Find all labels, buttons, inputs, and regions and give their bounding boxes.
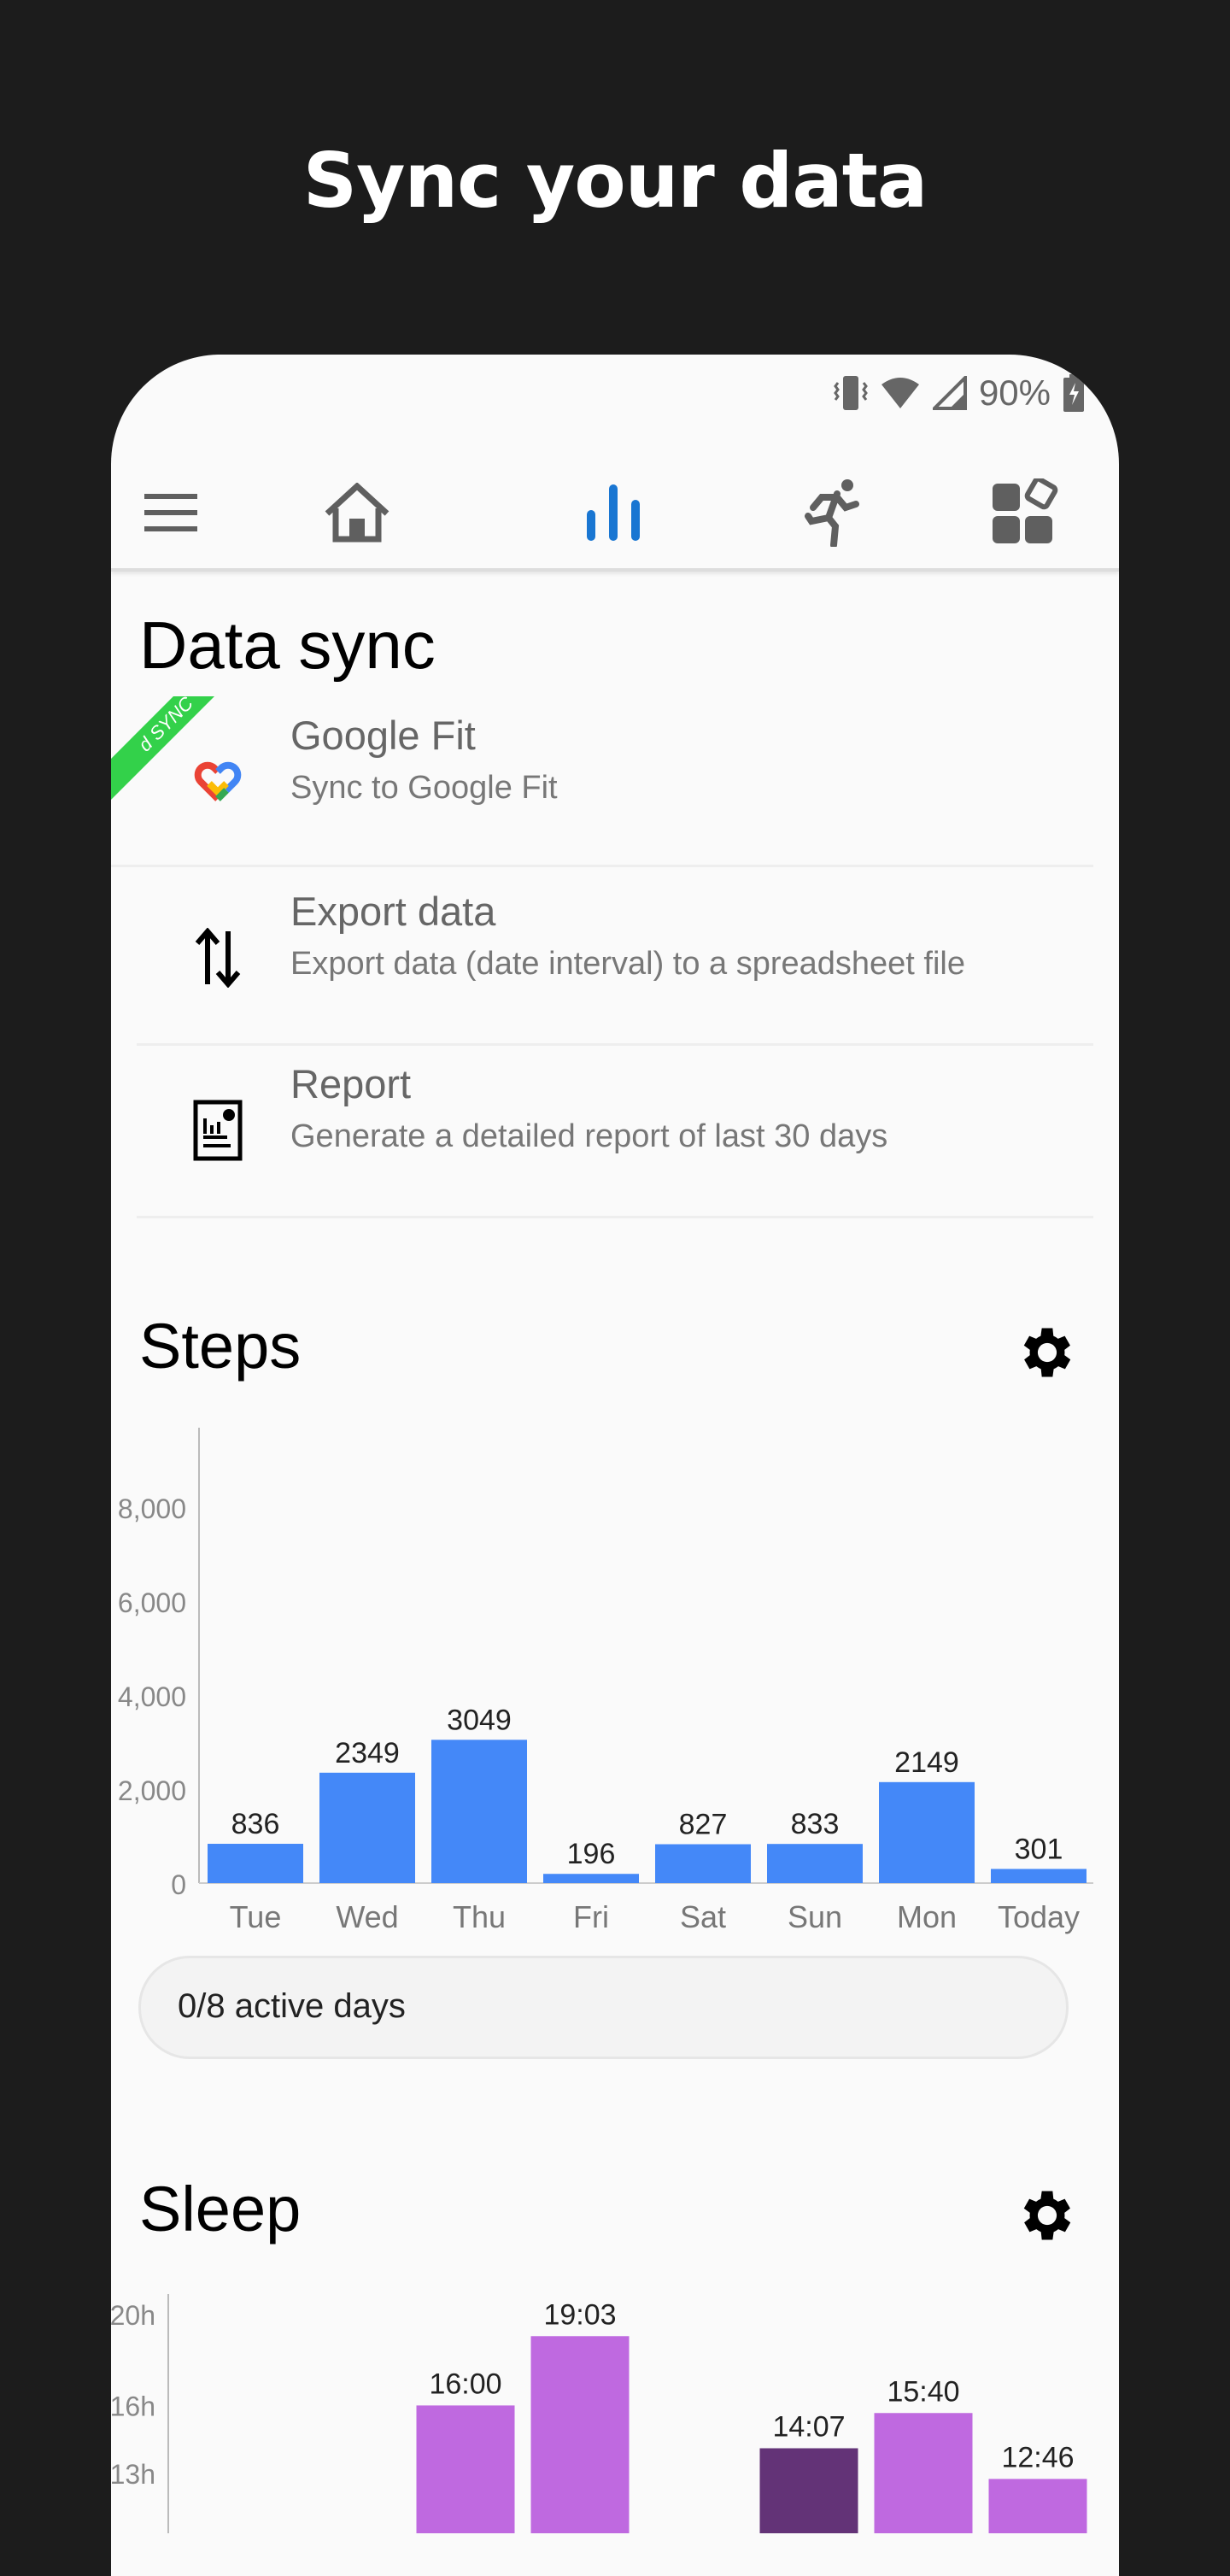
bar-value-label: 836 <box>231 1808 280 1840</box>
nav-home[interactable] <box>323 478 391 547</box>
nav-menu[interactable] <box>137 478 205 547</box>
bar-sat <box>655 1844 751 1883</box>
y-tick-label: 13h <box>111 2459 155 2490</box>
bar-value-label: 12:46 <box>1001 2441 1074 2473</box>
phone-screen: 90% Data sync d SYNC Google Fit Sync to … <box>111 355 1119 2576</box>
steps-chart: 0 2,000 4,000 6,000 8,000 836 Tue 2349 Wed 3049 Th… <box>118 1428 1093 1934</box>
export-data-subtitle: Export data (date interval) to a spreads… <box>290 946 966 982</box>
nav-activity[interactable] <box>799 478 867 547</box>
headline: Sync your data <box>302 137 928 225</box>
google-fit-subtitle: Sync to Google Fit <box>290 770 558 806</box>
google-fit-row[interactable]: d SYNC Google Fit Sync to Google Fit <box>111 696 1093 867</box>
steps-title: Steps <box>139 1311 302 1382</box>
y-tick-label: 8,000 <box>118 1493 186 1524</box>
data-sync-title: Data sync <box>139 607 436 683</box>
x-tick-label: Sat <box>680 1899 726 1934</box>
status-bar: 90% <box>834 372 1085 414</box>
bar-tue <box>208 1844 303 1883</box>
bar-value-label: 301 <box>1015 1833 1063 1865</box>
bar-fri <box>543 1874 639 1883</box>
sleep-bar <box>530 2336 630 2533</box>
x-tick-label: Today <box>998 1899 1080 1934</box>
active-days-text: 0/8 active days <box>178 1987 406 2025</box>
battery-percent: 90% <box>978 373 1051 413</box>
x-tick-label: Sun <box>788 1899 842 1934</box>
bar-value-label: 3049 <box>447 1704 512 1736</box>
sleep-bar <box>874 2413 973 2533</box>
running-icon <box>805 479 859 547</box>
sleep-bar <box>416 2405 515 2533</box>
x-tick-label: Wed <box>336 1899 398 1934</box>
bar-value-label: 14:07 <box>772 2410 845 2443</box>
sleep-chart: 20h 16h 13h 16:00 19:03 14:07 15:40 12:46 <box>111 2294 1087 2533</box>
report-title: Report <box>290 1061 412 1106</box>
export-data-title: Export data <box>290 889 496 934</box>
y-tick-label: 0 <box>171 1869 186 1900</box>
google-fit-icon <box>171 739 265 824</box>
steps-settings-gear-icon[interactable] <box>1015 1320 1080 1385</box>
widgets-icon <box>993 478 1058 543</box>
x-tick-label: Thu <box>453 1899 506 1934</box>
y-tick-label: 2,000 <box>118 1775 186 1806</box>
sleep-bar <box>988 2479 1087 2533</box>
nav-widgets[interactable] <box>991 478 1059 547</box>
bar-value-label: 827 <box>679 1809 728 1841</box>
vibrate-icon <box>834 376 868 410</box>
google-fit-title: Google Fit <box>290 713 476 758</box>
menu-icon <box>144 494 197 531</box>
report-icon <box>171 1088 265 1173</box>
export-data-row[interactable]: Export data Export data (date interval) … <box>137 872 1093 1046</box>
bar-value-label: 2349 <box>335 1737 400 1769</box>
bar-value-label: 15:40 <box>887 2375 959 2408</box>
sleep-settings-gear-icon[interactable] <box>1015 2183 1080 2248</box>
bar-value-label: 2149 <box>894 1746 959 1779</box>
bar-value-label: 833 <box>791 1808 840 1840</box>
export-arrows-icon <box>171 915 265 1000</box>
bar-chart-icon <box>587 484 640 541</box>
bar-value-label: 19:03 <box>543 2298 616 2331</box>
bar-today <box>991 1869 1086 1883</box>
bar-thu <box>431 1740 527 1883</box>
bar-wed <box>319 1772 415 1883</box>
battery-charging-icon <box>1063 374 1084 412</box>
y-tick-label: 4,000 <box>118 1681 186 1712</box>
signal-icon <box>932 376 967 410</box>
wifi-icon <box>881 378 919 408</box>
top-nav <box>111 453 1119 572</box>
bar-sun <box>767 1844 863 1883</box>
sleep-title: Sleep <box>139 2174 302 2244</box>
y-tick-label: 20h <box>111 2300 155 2331</box>
bar-value-label: 196 <box>567 1838 616 1870</box>
home-icon <box>325 483 390 543</box>
y-tick-label: 16h <box>111 2391 155 2421</box>
sleep-bar <box>759 2448 858 2533</box>
x-tick-label: Fri <box>573 1899 609 1934</box>
nav-stats[interactable] <box>579 478 647 547</box>
report-row[interactable]: Report Generate a detailed report of las… <box>137 1045 1093 1218</box>
report-subtitle: Generate a detailed report of last 30 da… <box>290 1118 888 1154</box>
y-tick-label: 6,000 <box>118 1587 186 1618</box>
x-tick-label: Tue <box>230 1899 282 1934</box>
active-days-pill[interactable]: 0/8 active days <box>138 1956 1069 2059</box>
x-tick-label: Mon <box>897 1899 957 1934</box>
bar-value-label: 16:00 <box>429 2368 501 2400</box>
bar-mon <box>879 1781 975 1883</box>
